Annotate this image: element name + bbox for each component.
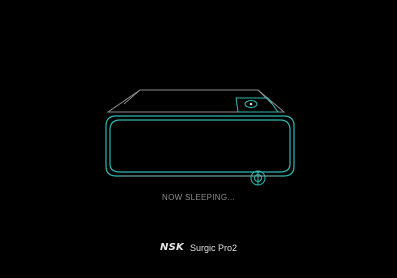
- control-knob-icon: [250, 170, 266, 186]
- device-model-name: Surgic Pro2: [189, 242, 237, 253]
- device-top-outline: [106, 89, 286, 113]
- device-front-outline: [105, 115, 295, 177]
- sleep-screen[interactable]: NOW SLEEPING... NSK Surgic Pro2: [0, 0, 397, 278]
- brand-lockup: NSK Surgic Pro2: [0, 242, 397, 253]
- surgical-motor-unit-icon: [105, 89, 295, 186]
- brand-logo: NSK: [160, 242, 184, 253]
- power-button-icon: [244, 100, 258, 108]
- sleep-status-text: NOW SLEEPING...: [162, 193, 235, 202]
